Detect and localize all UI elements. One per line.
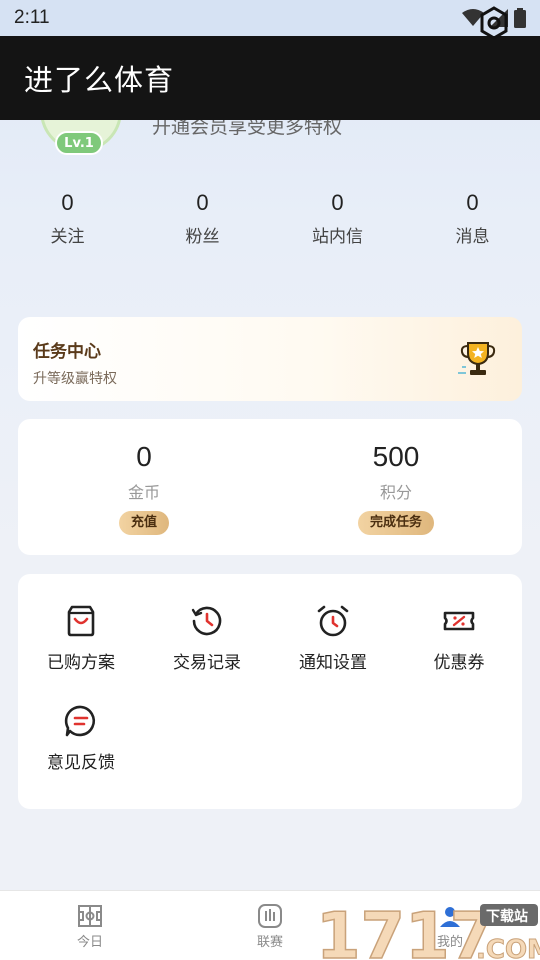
- stat-value: 0: [466, 190, 479, 215]
- menu-item-purchased-plans[interactable]: 已购方案: [18, 604, 144, 694]
- svg-text:.COM: .COM: [476, 935, 540, 960]
- watermark-logo: 1717 下载站 .COM: [316, 899, 540, 960]
- menu-item-feedback[interactable]: 意见反馈: [18, 704, 144, 794]
- svg-text:下载站: 下载站: [486, 908, 528, 925]
- points-label: 积分: [379, 483, 412, 502]
- task-center-card[interactable]: 任务中心 升等级赢特权: [18, 317, 522, 401]
- menu-item-coupons[interactable]: 优惠券: [396, 604, 522, 694]
- feedback-icon: [64, 705, 96, 737]
- stat-fans[interactable]: 0 粉丝: [135, 190, 270, 250]
- battery-icon: [514, 8, 526, 28]
- stat-label: 消息: [455, 227, 490, 247]
- stat-value: 0: [61, 190, 74, 215]
- menu-item-transaction-history[interactable]: 交易记录: [144, 604, 270, 694]
- stat-value: 0: [196, 190, 209, 215]
- stat-label: 站内信: [312, 227, 363, 247]
- menu-label: 交易记录: [173, 653, 241, 673]
- wallet-card: 0 金币 充值 500 积分 完成任务: [18, 419, 522, 555]
- stat-label: 粉丝: [185, 227, 220, 247]
- coins-label: 金币: [127, 483, 160, 502]
- menu-card: 已购方案 交易记录 通知设置 优惠券 意见反馈: [18, 574, 522, 809]
- stat-inbox[interactable]: 0 站内信: [270, 190, 405, 250]
- coins-section: 0 金币 充值: [18, 419, 270, 555]
- shopping-bag-icon: [67, 605, 95, 637]
- coupon-icon: [443, 611, 475, 631]
- stat-follow[interactable]: 0 关注: [0, 190, 135, 250]
- complete-tasks-button[interactable]: 完成任务: [357, 511, 434, 535]
- stats-row: 0 关注 0 粉丝 0 站内信 0 消息: [0, 190, 540, 250]
- stat-value: 0: [331, 190, 344, 215]
- app-title-bar: 进了么体育: [0, 36, 540, 120]
- app-title: 进了么体育: [24, 63, 175, 97]
- status-bar: 2:11: [0, 0, 540, 36]
- status-time: 2:11: [14, 7, 50, 28]
- menu-item-notification-settings[interactable]: 通知设置: [270, 604, 396, 694]
- stat-messages[interactable]: 0 消息: [405, 190, 540, 250]
- recharge-button[interactable]: 充值: [118, 511, 169, 535]
- trophy-icon: [458, 342, 496, 375]
- points-value: 500: [372, 441, 420, 472]
- settings-icon[interactable]: [479, 6, 509, 40]
- league-icon: [258, 904, 282, 928]
- menu-label: 已购方案: [47, 653, 115, 673]
- field-icon: [78, 905, 102, 927]
- menu-label: 通知设置: [299, 653, 367, 673]
- nav-label: 今日: [76, 935, 103, 950]
- alarm-clock-icon: [317, 605, 349, 637]
- task-center-title: 任务中心: [33, 342, 101, 362]
- menu-label: 意见反馈: [47, 753, 115, 773]
- points-section: 500 积分 完成任务: [270, 419, 522, 555]
- menu-label: 优惠券: [433, 653, 485, 673]
- task-center-subtitle: 升等级赢特权: [33, 371, 117, 387]
- coins-value: 0: [136, 441, 152, 472]
- history-icon: [191, 606, 222, 636]
- level-badge: Lv.1: [55, 131, 103, 155]
- stat-label: 关注: [50, 227, 85, 247]
- nav-today[interactable]: 今日: [0, 891, 180, 960]
- svg-text:1717: 1717: [316, 900, 494, 960]
